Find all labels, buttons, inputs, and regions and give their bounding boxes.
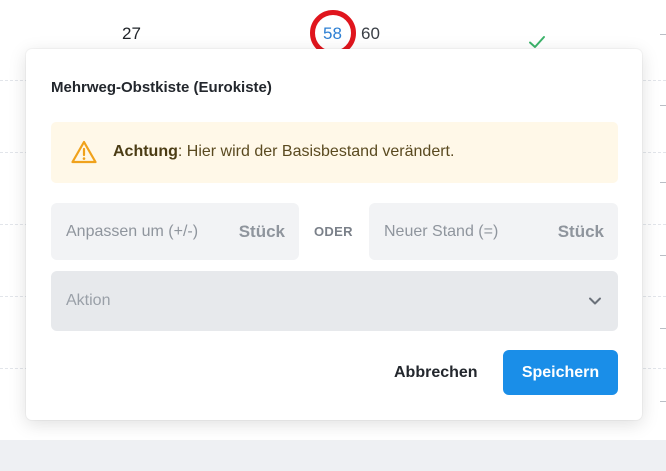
edge-marker <box>660 328 666 329</box>
warning-label: Achtung <box>113 143 178 160</box>
edge-marker <box>660 34 666 35</box>
table-cell-value: 27 <box>122 24 141 43</box>
modal-title: Mehrweg-Obstkiste (Eurokiste) <box>51 79 272 96</box>
warning-banner: Achtung: Hier wird der Basisbestand verä… <box>51 122 618 183</box>
adjust-by-input[interactable] <box>66 203 226 260</box>
or-separator: ODER <box>314 224 353 239</box>
action-select-placeholder: Aktion <box>66 292 111 309</box>
page: 27 58 60 Mehrweg-Obstkiste (Eurokiste) A… <box>0 0 666 471</box>
action-select[interactable]: Aktion <box>51 271 618 331</box>
edge-marker <box>660 255 666 256</box>
new-stock-field[interactable]: Stück <box>369 203 618 260</box>
adjust-by-unit: Stück <box>238 222 285 241</box>
save-button[interactable]: Speichern <box>503 350 618 395</box>
adjust-stock-modal: Mehrweg-Obstkiste (Eurokiste) Achtung: H… <box>26 49 642 420</box>
table-cell-value: 60 <box>361 24 380 43</box>
edge-marker <box>660 401 666 402</box>
background-footer <box>0 440 666 471</box>
new-stock-input[interactable] <box>384 203 544 260</box>
chevron-down-icon <box>589 297 601 305</box>
warning-triangle-icon <box>71 140 97 164</box>
adjust-by-field[interactable]: Stück <box>51 203 299 260</box>
warning-text: : Hier wird der Basisbestand verändert. <box>177 143 455 160</box>
warning-message: Achtung: Hier wird der Basisbestand verä… <box>113 143 454 161</box>
cancel-button[interactable]: Abbrechen <box>386 351 486 395</box>
edge-marker <box>660 182 666 183</box>
new-stock-unit: Stück <box>557 222 604 241</box>
edge-marker <box>660 105 666 106</box>
